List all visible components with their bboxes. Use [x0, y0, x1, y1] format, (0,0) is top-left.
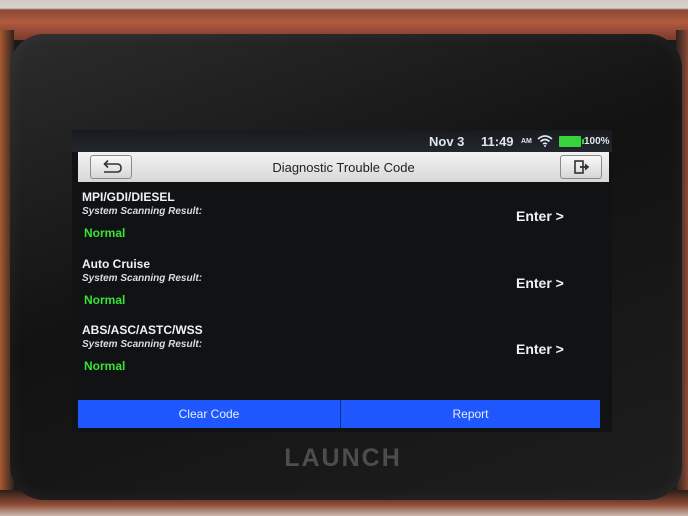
- system-scan-result: Normal: [84, 293, 126, 307]
- system-name: ABS/ASC/ASTC/WSS: [82, 323, 203, 337]
- exit-icon: [574, 160, 590, 174]
- title-bar: Diagnostic Trouble Code: [78, 152, 609, 182]
- system-item-abs: ABS/ASC/ASTC/WSS System Scanning Result:…: [80, 317, 610, 381]
- system-scan-label: System Scanning Result:: [82, 206, 203, 217]
- battery-icon: [559, 136, 584, 147]
- system-name: Auto Cruise: [82, 257, 151, 271]
- exit-button[interactable]: [560, 155, 602, 179]
- page-title: Diagnostic Trouble Code: [272, 160, 415, 175]
- system-scan-label: System Scanning Result:: [82, 339, 203, 350]
- status-bar: Nov 3 11:49 AM 100%: [72, 130, 612, 152]
- system-list: MPI/GDI/DIESEL System Scanning Result: N…: [72, 184, 612, 394]
- enter-button[interactable]: Enter >: [516, 208, 590, 228]
- brand-logo: LAUNCH: [284, 444, 402, 472]
- wifi-icon: [537, 135, 553, 147]
- system-scan-label: System Scanning Result:: [82, 273, 203, 284]
- action-bar: Clear Code Report: [78, 400, 600, 428]
- system-name: MPI/GDI/DIESEL: [82, 190, 175, 204]
- status-date: Nov 3: [429, 134, 465, 149]
- system-item-mpi: MPI/GDI/DIESEL System Scanning Result: N…: [80, 184, 610, 248]
- system-scan-result: Normal: [84, 226, 126, 240]
- report-button[interactable]: Report: [341, 400, 600, 428]
- status-time: 11:49: [481, 134, 514, 149]
- enter-button[interactable]: Enter >: [516, 275, 590, 295]
- system-scan-result: Normal: [84, 359, 126, 373]
- device-screen: Nov 3 11:49 AM 100% Diagnostic Trouble C…: [72, 130, 612, 432]
- status-ampm: AM: [521, 138, 532, 145]
- enter-button[interactable]: Enter >: [516, 341, 590, 361]
- system-item-auto-cruise: Auto Cruise System Scanning Result: Norm…: [80, 251, 610, 315]
- clear-code-button[interactable]: Clear Code: [78, 400, 340, 428]
- battery-percent: 100%: [584, 136, 610, 147]
